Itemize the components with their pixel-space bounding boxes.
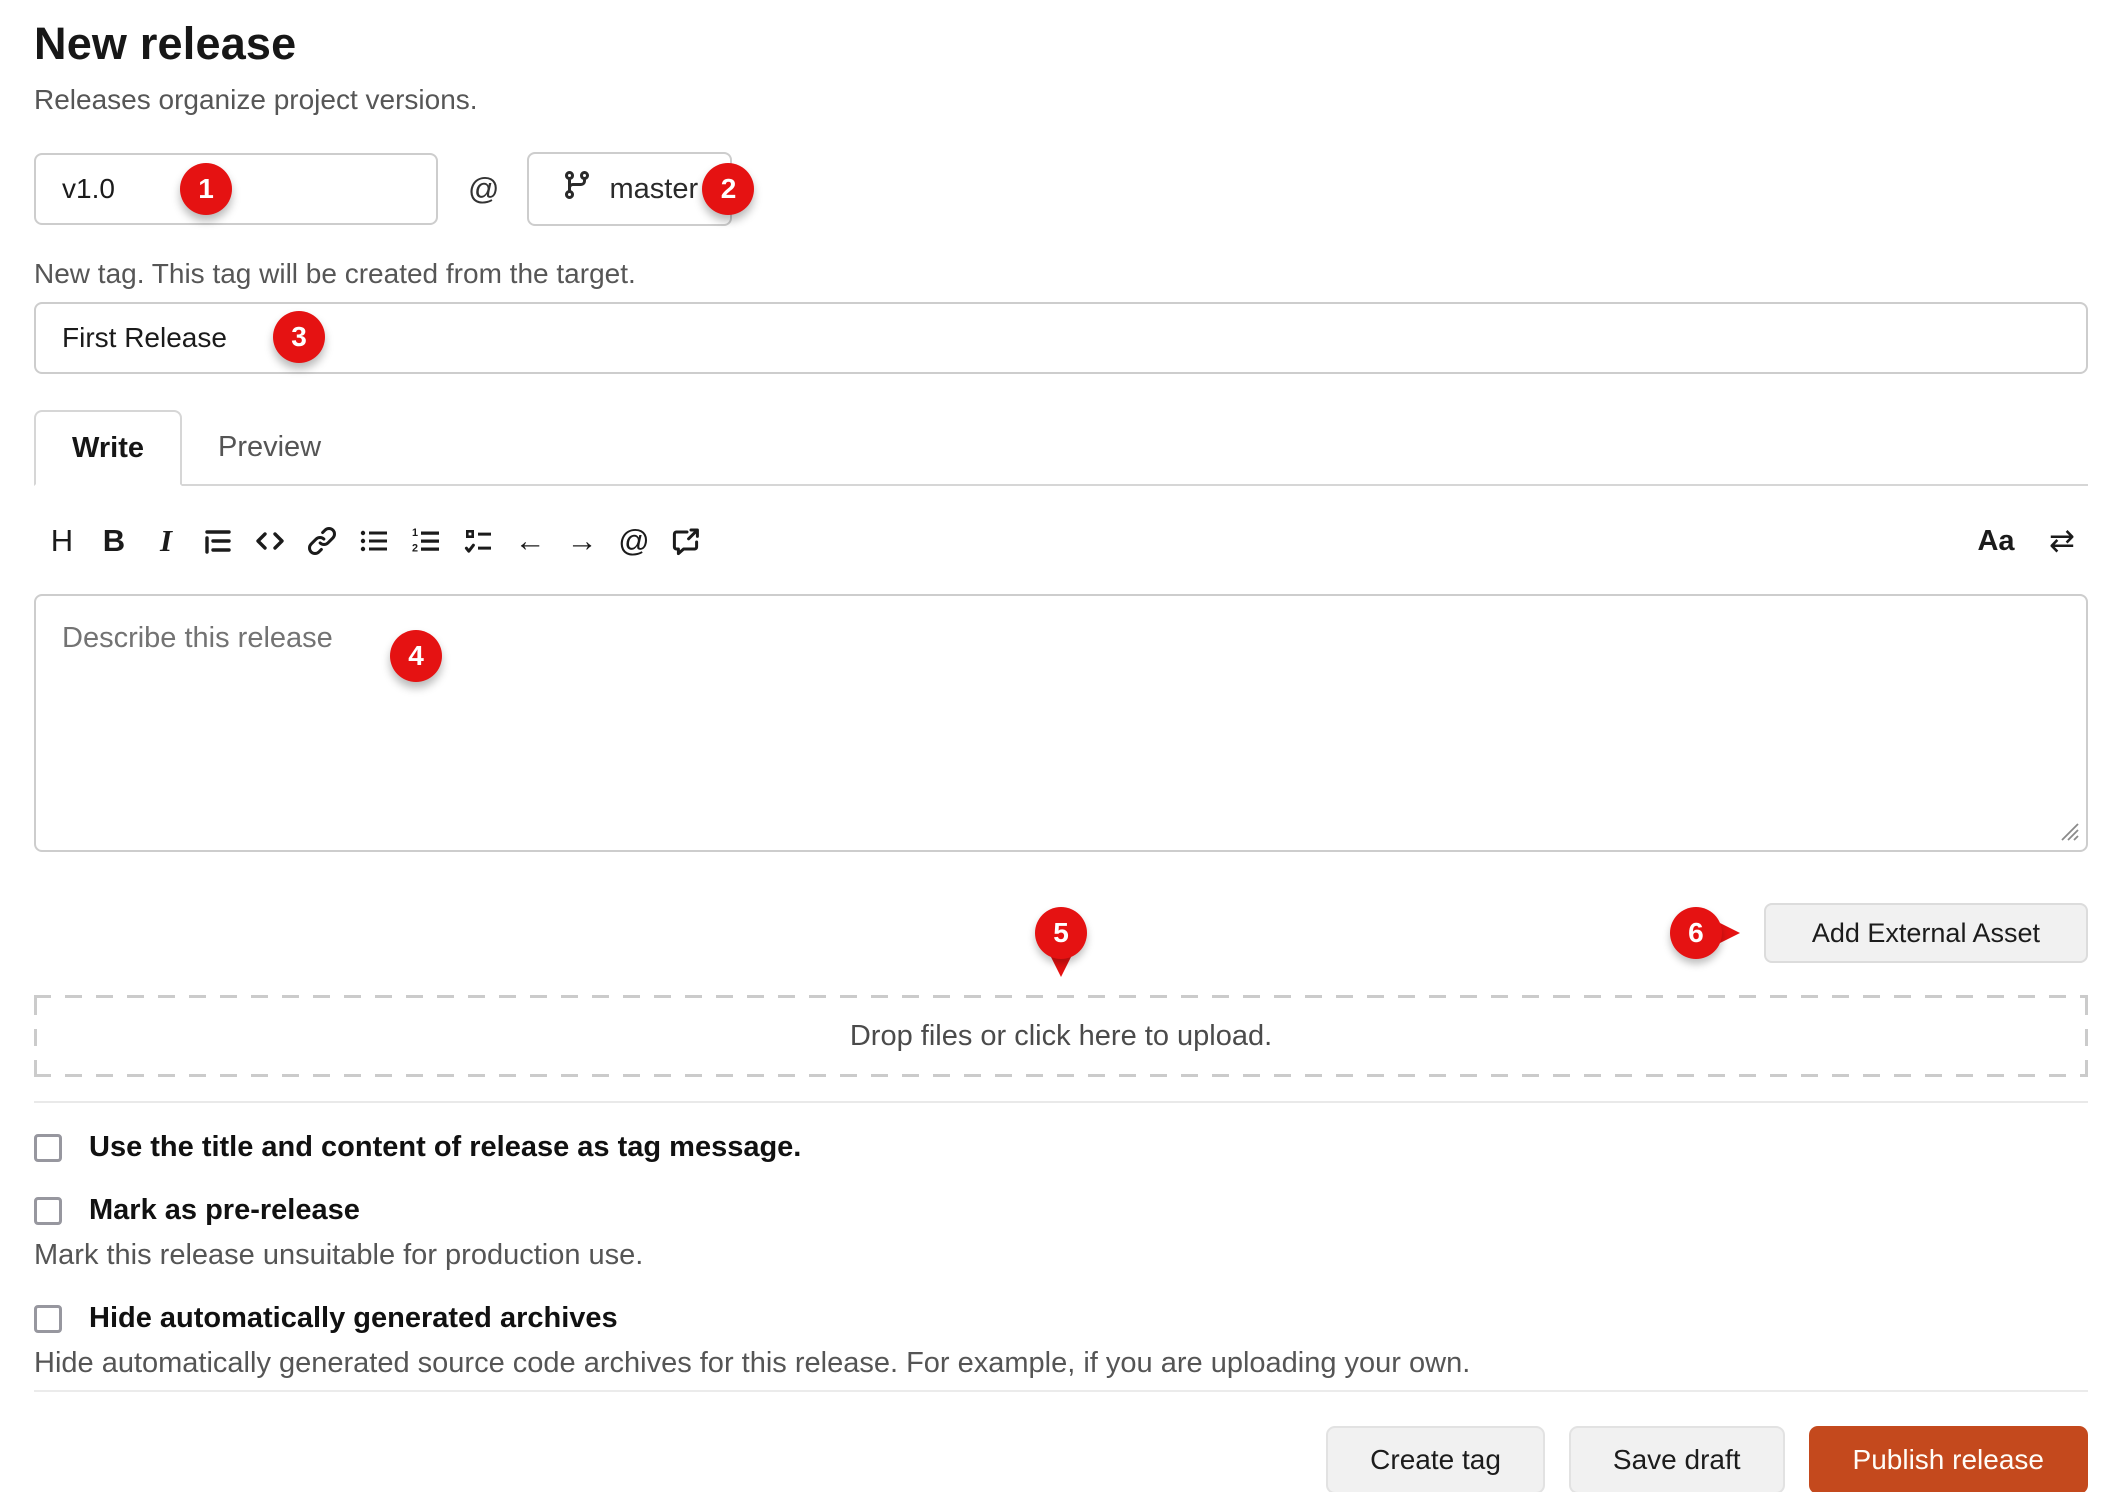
link-icon — [306, 525, 338, 557]
release-title-input[interactable] — [34, 302, 2088, 374]
editor-tabs: Write Preview — [34, 410, 2088, 486]
link-button[interactable] — [296, 515, 348, 567]
switch-arrows-icon: ⇄ — [2049, 523, 2075, 559]
prerelease-label: Mark as pre-release — [89, 1194, 360, 1227]
description-area-wrap: 4 — [34, 594, 2088, 857]
tag-target-row: 1 @ master 2 — [34, 152, 2088, 226]
reference-button[interactable] — [660, 515, 712, 567]
hide-archives-label: Hide automatically generated archives — [89, 1302, 618, 1335]
italic-button[interactable]: I — [140, 515, 192, 567]
option-tag-message[interactable]: Use the title and content of release as … — [34, 1131, 2088, 1164]
heading-button[interactable]: H — [36, 515, 88, 567]
dropzone-wrap: 5 Drop files or click here to upload. — [34, 995, 2088, 1077]
publish-release-button[interactable]: Publish release — [1809, 1426, 2088, 1492]
italic-icon: I — [160, 523, 172, 559]
quote-icon — [202, 525, 234, 557]
tag-helper-text: New tag. This tag will be created from t… — [34, 258, 2088, 290]
editor-toolbar: H B I — [34, 512, 2088, 570]
bold-icon: B — [103, 523, 125, 559]
tab-write[interactable]: Write — [34, 410, 182, 486]
new-release-page: New release Releases organize project ve… — [0, 0, 2122, 1492]
target-branch-dropdown[interactable]: master 2 — [527, 152, 732, 226]
heading-icon: H — [51, 523, 73, 559]
hide-archives-checkbox[interactable] — [34, 1305, 62, 1333]
footer-actions: Create tag Save draft Publish release — [34, 1426, 2088, 1492]
undo-button[interactable]: ← — [504, 515, 556, 567]
quote-button[interactable] — [192, 515, 244, 567]
at-separator: @ — [468, 171, 499, 207]
page-title: New release — [34, 18, 2088, 70]
task-list-button[interactable] — [452, 515, 504, 567]
mention-at-icon: @ — [618, 523, 649, 559]
option-prerelease[interactable]: Mark as pre-release — [34, 1194, 2088, 1227]
annotation-badge-6-number: 6 — [1670, 907, 1722, 959]
unordered-list-button[interactable] — [348, 515, 400, 567]
section-divider — [34, 1101, 2088, 1103]
tab-preview[interactable]: Preview — [182, 410, 357, 484]
font-toggle-button[interactable]: Aa — [1970, 515, 2022, 567]
toolbar-right-group: Aa ⇄ — [1970, 515, 2088, 567]
cross-reference-icon — [670, 525, 702, 557]
tag-input-wrap: 1 — [34, 153, 438, 225]
redo-button[interactable]: → — [556, 515, 608, 567]
bold-button[interactable]: B — [88, 515, 140, 567]
task-list-icon — [462, 525, 494, 557]
create-tag-button[interactable]: Create tag — [1326, 1426, 1545, 1492]
ordered-list-icon: 1 2 — [410, 525, 442, 557]
redo-arrow-icon: → — [567, 523, 598, 559]
svg-text:2: 2 — [412, 542, 418, 554]
page-subtitle: Releases organize project versions. — [34, 84, 2088, 116]
tag-message-checkbox[interactable] — [34, 1134, 62, 1162]
annotation-badge-6: 6 — [1670, 907, 1722, 959]
font-aa-icon: Aa — [1977, 525, 2014, 558]
markdown-editor: Write Preview H B I — [34, 410, 2088, 857]
target-branch-label: master — [609, 173, 698, 206]
hide-archives-description: Hide automatically generated source code… — [34, 1347, 2088, 1380]
ordered-list-button[interactable]: 1 2 — [400, 515, 452, 567]
tag-message-label: Use the title and content of release as … — [89, 1131, 801, 1164]
annotation-badge-3: 3 — [273, 311, 325, 363]
svg-text:1: 1 — [412, 527, 418, 539]
release-title-wrap: 3 — [34, 302, 2088, 374]
dropzone-text: Drop files or click here to upload. — [850, 1020, 1272, 1053]
save-draft-button[interactable]: Save draft — [1569, 1426, 1785, 1492]
annotation-badge-2: 2 — [702, 163, 754, 215]
prerelease-checkbox[interactable] — [34, 1197, 62, 1225]
code-icon — [253, 525, 287, 557]
code-button[interactable] — [244, 515, 296, 567]
annotation-badge-5: 5 — [1035, 907, 1087, 959]
switch-editor-button[interactable]: ⇄ — [2036, 515, 2088, 567]
annotation-badge-6-wrap: 6 — [1670, 907, 1750, 959]
annotation-badge-4: 4 — [390, 630, 442, 682]
annotation-badge-5-number: 5 — [1035, 907, 1087, 959]
mention-button[interactable]: @ — [608, 515, 660, 567]
unordered-list-icon — [358, 525, 390, 557]
undo-arrow-icon: ← — [515, 523, 546, 559]
release-description-textarea[interactable] — [34, 594, 2088, 852]
option-hide-archives[interactable]: Hide automatically generated archives — [34, 1302, 2088, 1335]
git-branch-icon — [561, 169, 593, 209]
footer-divider — [34, 1390, 2088, 1392]
file-dropzone[interactable]: Drop files or click here to upload. — [34, 995, 2088, 1077]
tag-name-input[interactable] — [34, 153, 438, 225]
add-external-asset-button[interactable]: Add External Asset — [1764, 903, 2088, 963]
annotation-badge-1: 1 — [180, 163, 232, 215]
prerelease-description: Mark this release unsuitable for product… — [34, 1239, 2088, 1272]
